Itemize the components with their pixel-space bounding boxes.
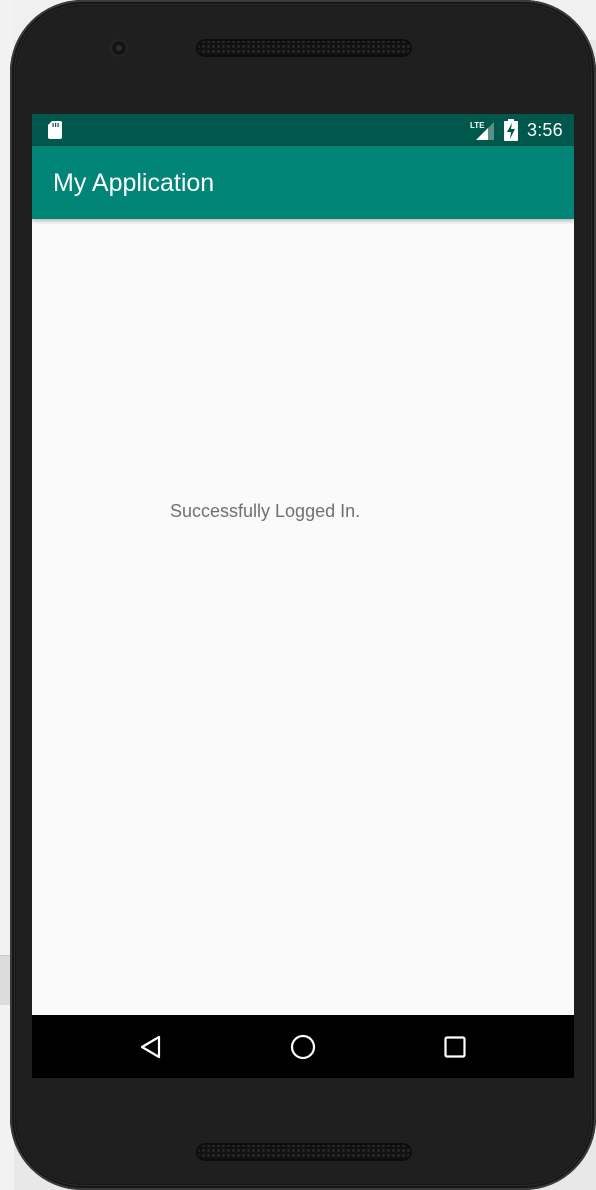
lte-label: LTE: [470, 121, 485, 130]
battery-charging-icon: [504, 119, 518, 141]
main-content: Successfully Logged In.: [32, 219, 574, 1015]
lte-signal-icon: LTE: [470, 121, 494, 140]
front-camera: [110, 39, 128, 57]
app-title: My Application: [53, 169, 215, 197]
back-icon[interactable]: [136, 1033, 164, 1061]
login-success-message: Successfully Logged In.: [170, 501, 361, 521]
status-clock: 3:56: [527, 120, 563, 140]
sd-card-icon: [48, 121, 62, 139]
recents-icon[interactable]: [441, 1033, 469, 1061]
emulator-stage: LTE 3:56 My Application Successfully Log…: [0, 0, 596, 1190]
home-icon[interactable]: [289, 1033, 317, 1061]
navigation-bar: [32, 1015, 574, 1078]
bottom-speaker: [196, 1143, 412, 1161]
earpiece-speaker: [196, 39, 412, 57]
phone-frame: LTE 3:56 My Application Successfully Log…: [10, 0, 596, 1190]
app-toolbar: My Application: [32, 146, 574, 219]
status-bar: LTE 3:56: [32, 114, 574, 146]
phone-screen: LTE 3:56 My Application Successfully Log…: [32, 114, 574, 1078]
